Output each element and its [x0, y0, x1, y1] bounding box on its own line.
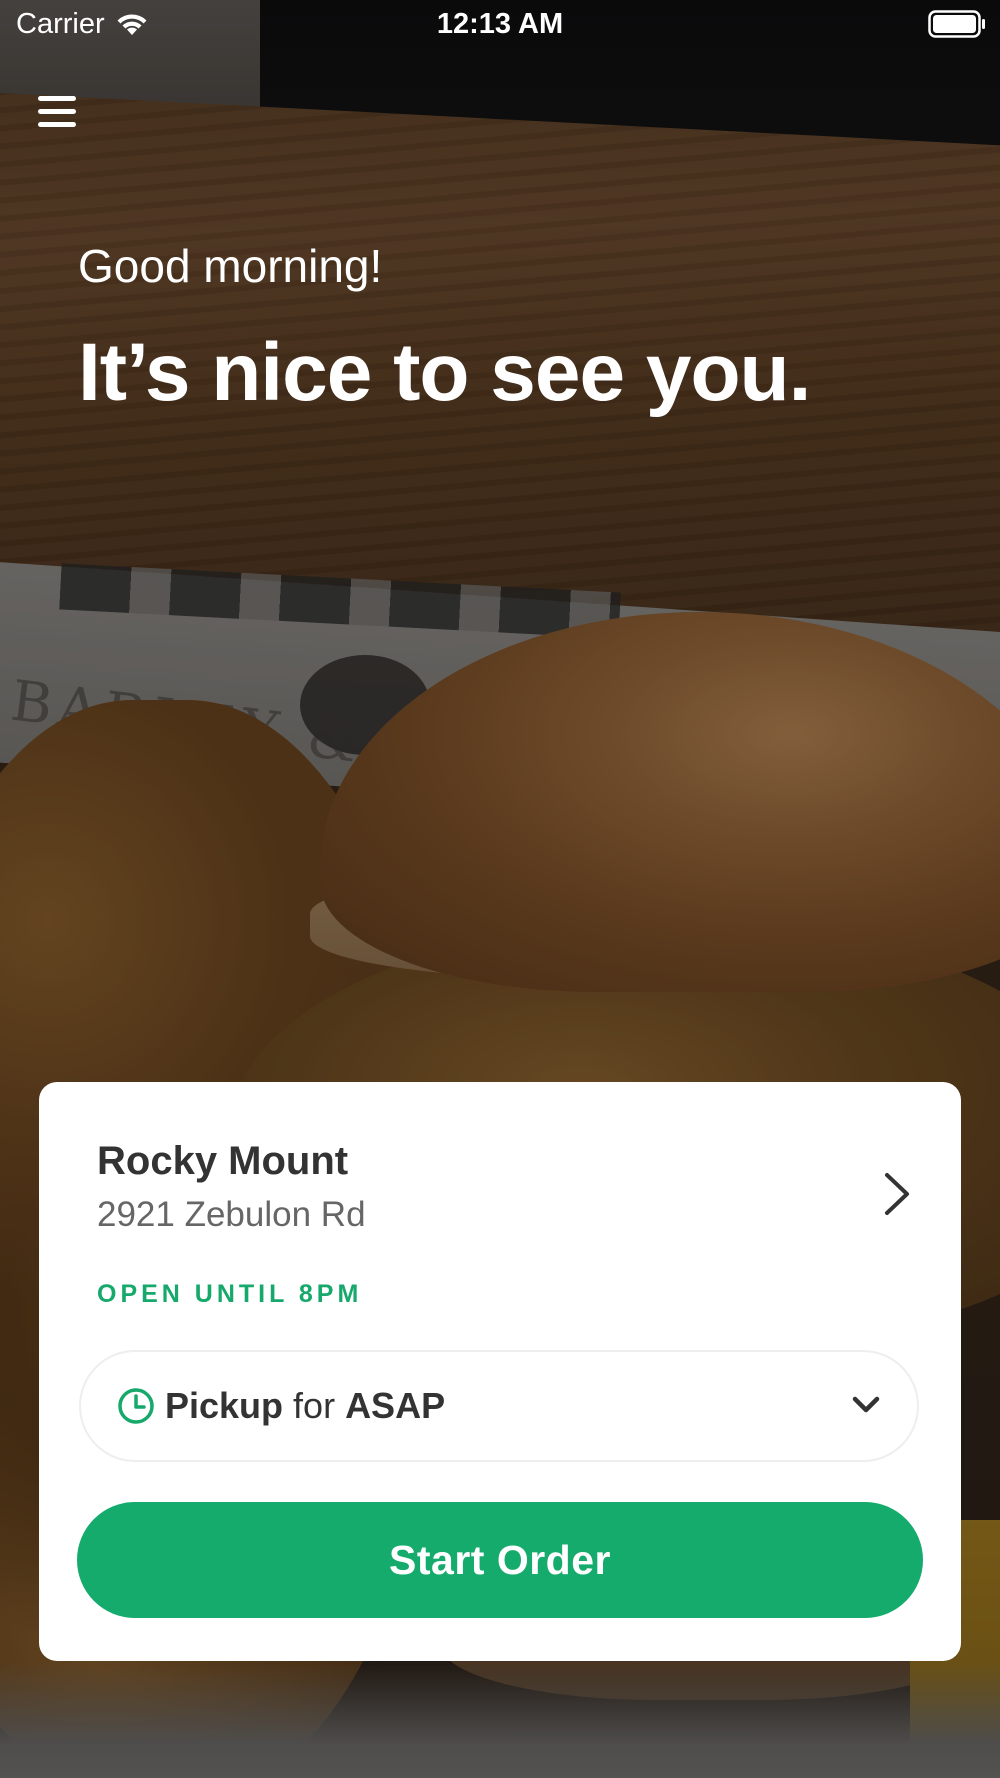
- chevron-down-icon: [852, 1396, 880, 1413]
- location-name: Rocky Mount: [97, 1139, 349, 1183]
- status-bar: Carrier 12:13 AM: [0, 0, 1000, 50]
- battery-icon: [928, 10, 985, 38]
- open-status-label: OPEN UNTIL 8PM: [97, 1280, 363, 1308]
- chevron-right-icon: [885, 1173, 909, 1215]
- location-address: 2921 Zebulon Rd: [97, 1195, 366, 1234]
- headline-text: It’s nice to see you.: [78, 327, 811, 418]
- order-time-connector: for: [293, 1385, 336, 1426]
- clock-icon: [118, 1388, 154, 1424]
- order-mode: Pickup: [165, 1385, 284, 1426]
- greeting-text: Good morning!: [78, 240, 383, 292]
- status-time: 12:13 AM: [436, 8, 564, 40]
- pickup-time-selector[interactable]: Pickup for ASAP: [79, 1350, 919, 1462]
- order-time-value: ASAP: [345, 1385, 446, 1426]
- location-selector[interactable]: Rocky Mount 2921 Zebulon Rd: [97, 1137, 921, 1247]
- order-card: Rocky Mount 2921 Zebulon Rd OPEN UNTIL 8…: [39, 1082, 961, 1661]
- hamburger-menu-icon[interactable]: [36, 92, 80, 132]
- start-order-button[interactable]: Start Order: [77, 1502, 923, 1618]
- pickup-time-text: Pickup for ASAP: [165, 1385, 445, 1427]
